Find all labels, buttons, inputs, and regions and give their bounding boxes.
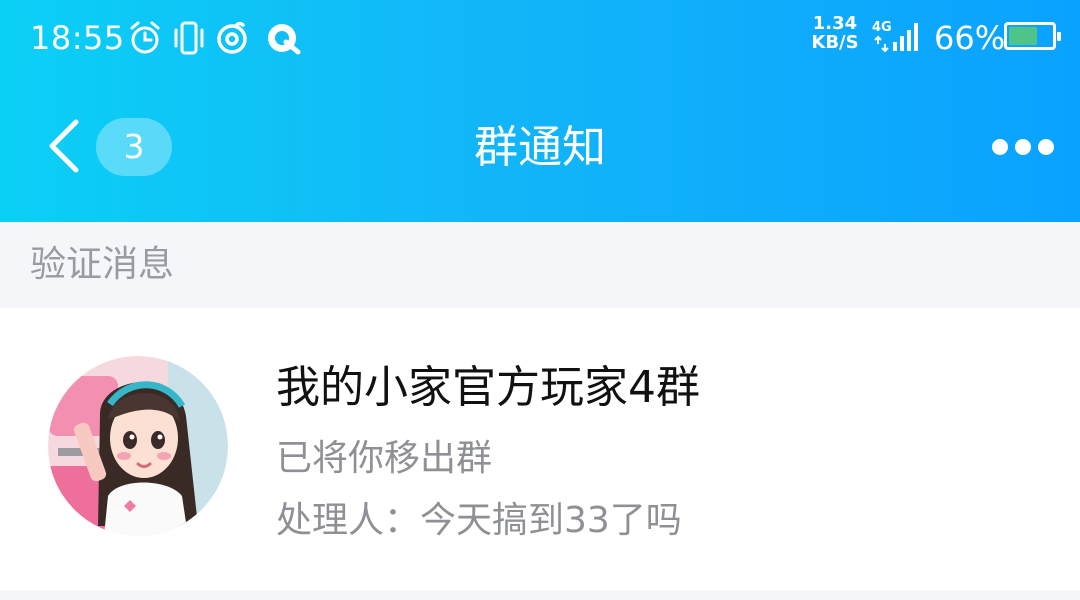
qq-browser-icon [268,24,301,55]
net-speed: 1.34 KB/S [806,14,864,52]
status-time: 18:55 [30,19,125,57]
net-speed-value: 1.34 [812,13,858,34]
data-arrows-icon [874,36,889,52]
net-speed-unit: KB/S [811,32,859,53]
page-title: 群通知 [474,122,606,173]
avatar[interactable] [48,356,228,536]
battery-icon [1004,22,1061,50]
alarm-icon [130,21,160,54]
vibrate-icon [174,21,204,55]
network-type: 4G [872,20,892,35]
section-label: 验证消息 [30,244,175,285]
handler-text: 处理人：今天搞到33了吗 [276,500,682,541]
battery-percent: 66% [934,19,1006,57]
group-name: 我的小家官方玩家4群 [276,362,700,413]
app-header: 18:55 1.34 KB/S 4G 66% 3 群通知 [0,0,1080,222]
netease-music-icon [217,21,247,54]
notification-item[interactable]: 我的小家官方玩家4群 已将你移出群 处理人：今天搞到33了吗 [0,308,1080,590]
section-header: 验证消息 [0,222,1080,308]
notice-message: 已将你移出群 [276,438,493,479]
battery-fill [1009,27,1037,45]
more-dots-icon[interactable] [990,136,1056,158]
signal-icon [893,23,918,51]
status-bar: 18:55 1.34 KB/S 4G 66% [0,0,1080,78]
